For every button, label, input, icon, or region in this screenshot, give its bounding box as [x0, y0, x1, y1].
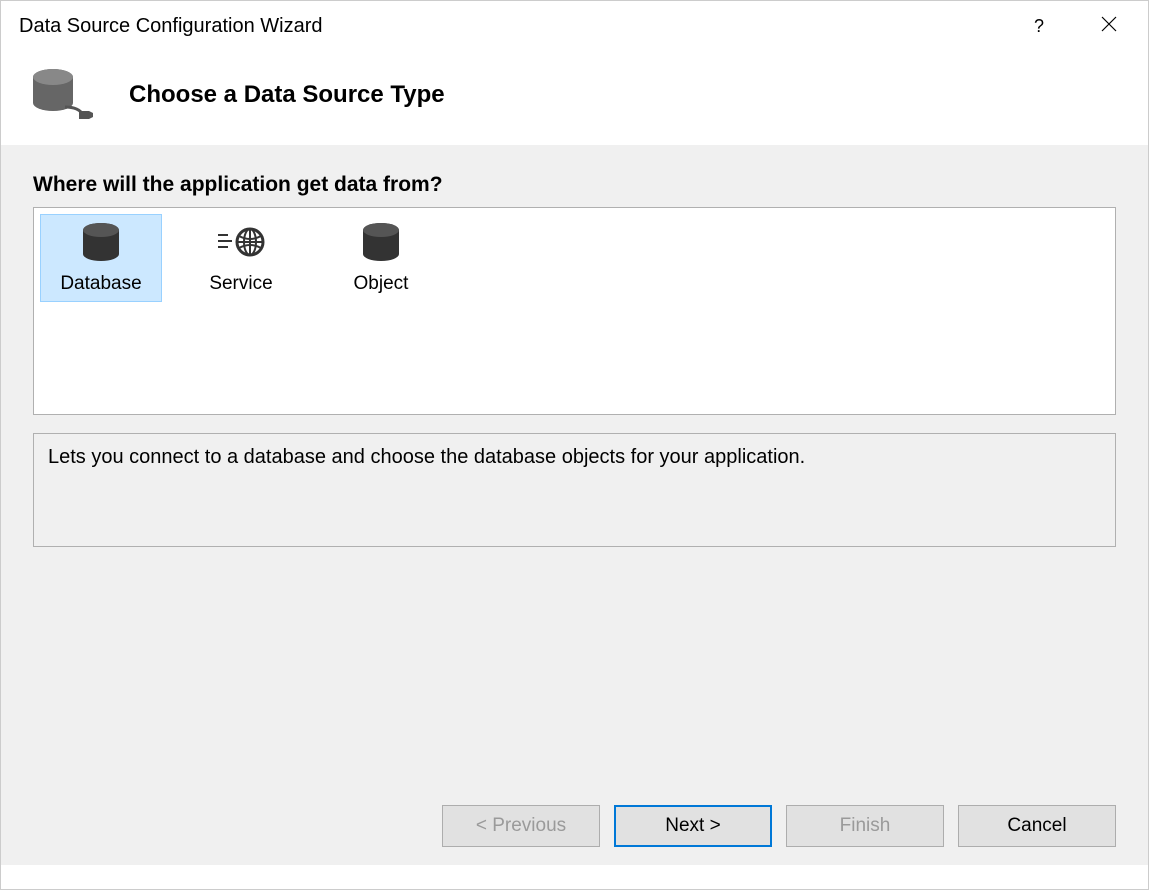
- database-icon: [79, 217, 123, 267]
- option-label: Database: [60, 273, 141, 295]
- wizard-body: Where will the application get data from…: [1, 145, 1148, 865]
- wizard-icon: [29, 67, 99, 123]
- option-label: Service: [209, 273, 272, 295]
- question-label: Where will the application get data from…: [33, 173, 1116, 197]
- option-service[interactable]: Service: [180, 214, 302, 302]
- page-heading: Choose a Data Source Type: [129, 81, 445, 109]
- option-database[interactable]: Database: [40, 214, 162, 302]
- cancel-button[interactable]: Cancel: [958, 805, 1116, 847]
- window-title: Data Source Configuration Wizard: [19, 15, 1016, 38]
- titlebar: Data Source Configuration Wizard ?: [1, 1, 1148, 51]
- option-object[interactable]: Object: [320, 214, 442, 302]
- close-icon: [1101, 16, 1117, 37]
- previous-button[interactable]: < Previous: [442, 805, 600, 847]
- wizard-header: Choose a Data Source Type: [1, 51, 1148, 145]
- option-label: Object: [354, 273, 409, 295]
- service-icon: [216, 217, 266, 267]
- close-button[interactable]: [1086, 3, 1132, 49]
- finish-button[interactable]: Finish: [786, 805, 944, 847]
- description-text: Lets you connect to a database and choos…: [33, 433, 1116, 547]
- help-button[interactable]: ?: [1016, 3, 1062, 49]
- help-icon: ?: [1034, 16, 1044, 37]
- source-type-list: Database Service: [33, 207, 1116, 415]
- object-icon: [359, 217, 403, 267]
- next-button[interactable]: Next >: [614, 805, 772, 847]
- wizard-buttons: < Previous Next > Finish Cancel: [442, 805, 1116, 847]
